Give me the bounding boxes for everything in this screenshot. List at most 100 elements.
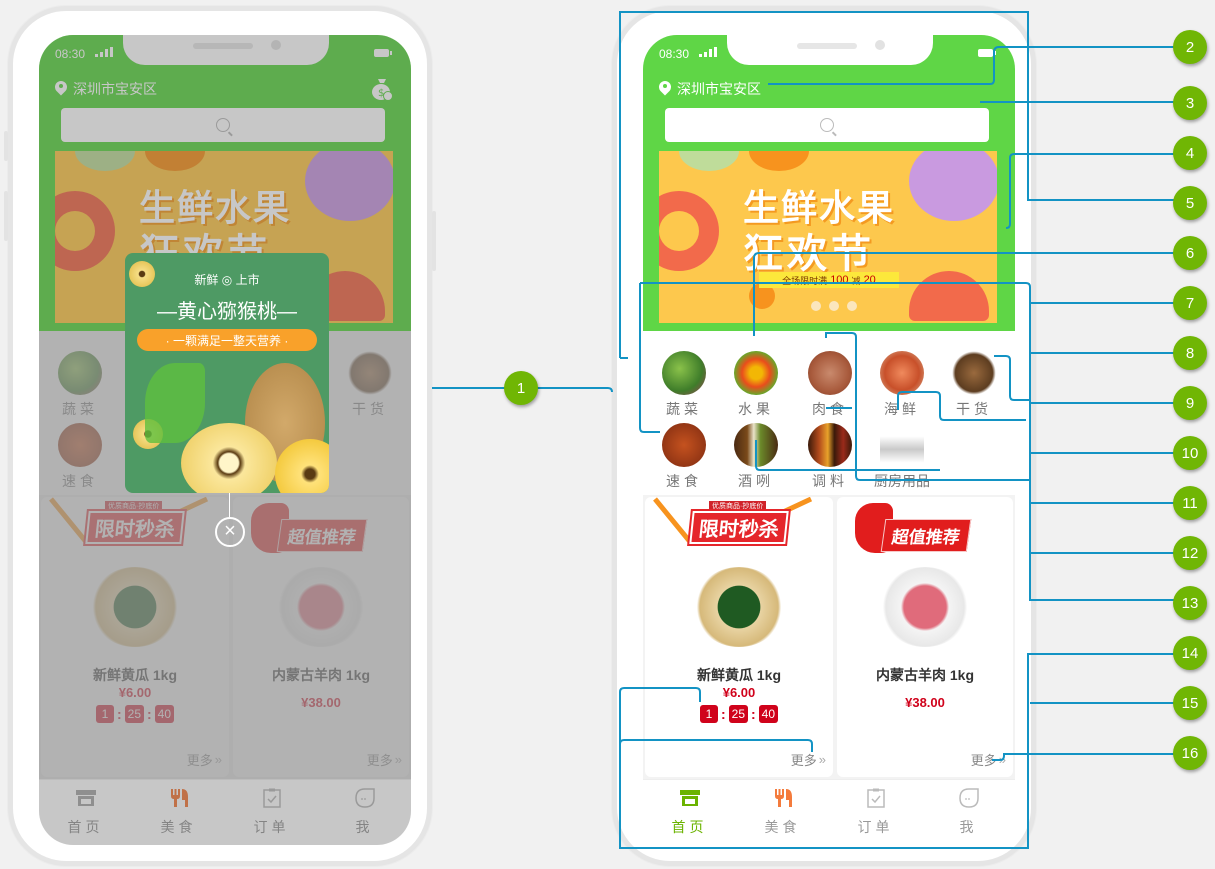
category-fast-food[interactable]: 速食 — [649, 423, 719, 491]
category-fast-food[interactable]: 速食 — [45, 423, 115, 491]
double-chevron-right-icon: » — [818, 752, 826, 767]
product-name: 内蒙古羊肉 1kg — [875, 667, 974, 683]
phone-mockup-popup-state: 08:30 深圳市宝安区 $ 生鲜水果 蔬菜 干货 速食 优质商品·抄底价 限时… — [4, 6, 436, 866]
location-pin-icon — [659, 81, 671, 97]
annotation-marker-2: 2 — [1173, 30, 1207, 64]
product-price: ¥6.00 — [722, 685, 756, 700]
location-pin-icon — [55, 81, 67, 97]
location-label: 深圳市宝安区 — [73, 81, 157, 97]
tab-me[interactable]: 我 — [922, 780, 1015, 845]
location-selector[interactable]: 深圳市宝安区 — [659, 79, 761, 99]
dried-goods-icon — [952, 351, 996, 395]
recommended-badge: 超值推荐 — [251, 503, 391, 553]
countdown-timer: 1: 25: 40 — [645, 705, 833, 723]
popup-tagline: · 一颗满足一整天营养 · — [137, 329, 317, 351]
search-icon — [216, 118, 230, 132]
annotation-marker-5: 5 — [1173, 186, 1207, 220]
tab-bar: 首页 美食 订单 我 — [643, 779, 1015, 845]
promo-popup[interactable]: 新鲜 ◎ 上市 —黄心猕猴桃— · 一颗满足一整天营养 · — [125, 253, 329, 493]
recommended-card[interactable]: 超值推荐 内蒙古羊肉 1kg ¥38.00 更多» — [233, 497, 409, 777]
category-fruits[interactable]: 水果 — [721, 351, 791, 419]
battery-icon — [978, 49, 996, 57]
category-kitchenware[interactable]: 厨房用品 — [867, 423, 937, 491]
flash-sale-card[interactable]: 优质商品·抄底价 限时秒杀 新鲜黄瓜 1kg ¥6.00 1: 25: 40 更… — [645, 497, 833, 777]
double-chevron-right-icon: » — [998, 752, 1006, 767]
phone-mockup-home: 08:30 深圳市宝安区 生鲜水果 狂欢节 全场限时满 100 减 20 蔬菜 … — [612, 6, 1036, 866]
recommended-card[interactable]: 超值推荐 内蒙古羊肉 1kg ¥38.00 更多» — [837, 497, 1013, 777]
kitchenware-icon — [880, 423, 924, 467]
category-liquor[interactable]: 酒咧 — [721, 423, 791, 491]
seasoning-icon — [808, 423, 852, 467]
store-icon — [679, 790, 700, 806]
signal-icon — [95, 47, 113, 57]
search-icon — [820, 118, 834, 132]
annotation-marker-7: 7 — [1173, 286, 1207, 320]
profile-icon — [958, 788, 979, 808]
flash-sale-card[interactable]: 优质商品·抄底价 限时秒杀 新鲜黄瓜 1kg ¥6.00 1: 25: 40 更… — [41, 497, 229, 777]
fruits-icon — [734, 351, 778, 395]
tab-food[interactable]: 美食 — [132, 780, 225, 845]
notch — [123, 35, 329, 65]
promo-banner[interactable]: 生鲜水果 狂欢节 全场限时满100减20 — [659, 151, 997, 323]
close-circle-icon[interactable]: × — [215, 517, 245, 547]
store-icon — [75, 790, 96, 806]
tab-home[interactable]: 首页 — [39, 780, 132, 845]
profile-icon — [354, 788, 375, 808]
side-button — [432, 211, 436, 271]
category-dried-goods[interactable]: 干货 — [335, 351, 405, 419]
more-link[interactable]: 更多» — [791, 750, 826, 769]
annotation-marker-1: 1 — [504, 371, 538, 405]
category-meat[interactable]: 肉食 — [795, 351, 865, 419]
money-bag-icon[interactable]: $ — [371, 77, 393, 101]
tab-home[interactable]: 首页 — [643, 780, 736, 845]
annotation-marker-15: 15 — [1173, 686, 1207, 720]
annotation-marker-12: 12 — [1173, 536, 1207, 570]
category-dried-goods[interactable]: 干货 — [939, 351, 1009, 419]
annotated-mockup: 08:30 深圳市宝安区 $ 生鲜水果 蔬菜 干货 速食 优质商品·抄底价 限时… — [0, 0, 1215, 869]
side-button — [4, 131, 8, 161]
annotation-marker-8: 8 — [1173, 336, 1207, 370]
annotation-marker-9: 9 — [1173, 386, 1207, 420]
product-cards: 优质商品·抄底价 限时秒杀 新鲜黄瓜 1kg ¥6.00 1: 25: 40 更… — [643, 495, 1015, 779]
double-chevron-right-icon: » — [214, 752, 222, 767]
more-link[interactable]: 更多» — [367, 750, 402, 769]
annotation-marker-10: 10 — [1173, 436, 1207, 470]
seafood-icon — [880, 351, 924, 395]
meat-icon — [808, 351, 852, 395]
tab-me[interactable]: 我 — [318, 780, 411, 845]
tab-food[interactable]: 美食 — [736, 780, 829, 845]
annotation-marker-4: 4 — [1173, 136, 1207, 170]
flash-sale-badge: 优质商品·抄底价 限时秒杀 — [651, 497, 827, 549]
more-link[interactable]: 更多» — [971, 750, 1006, 769]
clipboard-check-icon — [866, 788, 885, 808]
vegetables-icon — [58, 351, 102, 395]
dried-goods-icon — [348, 351, 392, 395]
category-seasoning[interactable]: 调料 — [795, 423, 865, 491]
carousel-dot — [811, 301, 821, 311]
search-bar[interactable] — [61, 108, 385, 142]
category-vegetables[interactable]: 蔬菜 — [649, 351, 719, 419]
carousel-dot — [847, 301, 857, 311]
search-bar[interactable] — [665, 108, 989, 142]
cucumber-image — [90, 567, 180, 647]
cucumber-image — [694, 567, 784, 647]
category-seafood[interactable]: 海鲜 — [867, 351, 937, 419]
banner-subtitle: 狂欢节 — [743, 231, 875, 277]
category-vegetables[interactable]: 蔬菜 — [45, 351, 115, 419]
product-price: ¥38.00 — [301, 695, 341, 710]
tab-orders[interactable]: 订单 — [225, 780, 318, 845]
more-link[interactable]: 更多» — [187, 750, 222, 769]
carousel-dots[interactable] — [811, 301, 857, 311]
carousel-dot — [829, 301, 839, 311]
double-chevron-right-icon: » — [394, 752, 402, 767]
battery-icon — [374, 49, 392, 57]
recommended-badge: 超值推荐 — [855, 503, 995, 553]
product-price: ¥6.00 — [118, 685, 152, 700]
location-selector[interactable]: 深圳市宝安区 — [55, 79, 157, 99]
phone-screen: 08:30 深圳市宝安区 生鲜水果 狂欢节 全场限时满 100 减 20 蔬菜 … — [643, 35, 1015, 845]
status-time: 08:30 — [55, 47, 86, 61]
product-name: 内蒙古羊肉 1kg — [271, 667, 370, 683]
flash-sale-badge: 优质商品·抄底价 限时秒杀 — [47, 497, 223, 549]
category-grid: 蔬菜 水果 肉食 海鲜 干货 速食 酒咧 调料 厨房用品 — [643, 331, 1015, 491]
tab-orders[interactable]: 订单 — [829, 780, 922, 845]
